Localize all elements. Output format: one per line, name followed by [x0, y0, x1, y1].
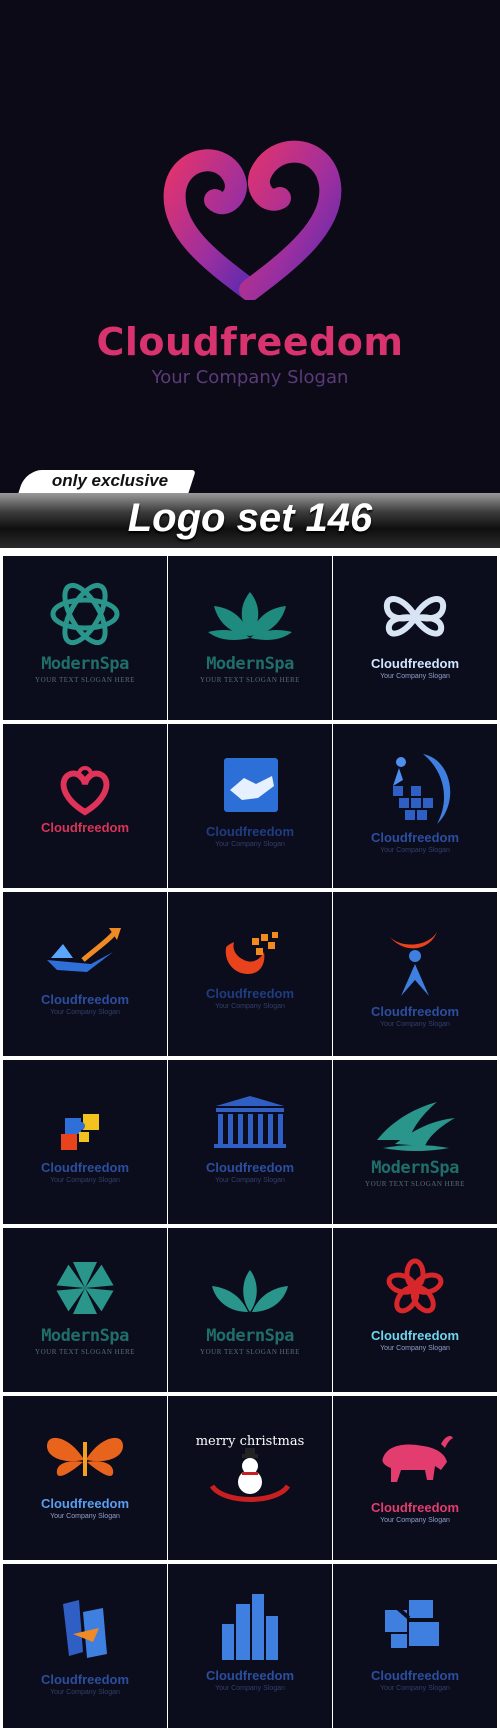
logo-slogan: YOUR TEXT SLOGAN HERE	[35, 676, 135, 684]
logo-name: merry christmas	[195, 1434, 305, 1449]
logo-tile: ModernSpa YOUR TEXT SLOGAN HERE	[3, 1228, 167, 1392]
snowman-wreath-icon	[209, 1448, 291, 1502]
logo-name: Cloudfreedom	[370, 830, 460, 845]
logo-tile: Cloudfreedom Your Company Slogan	[168, 1060, 332, 1224]
logo-name: Cloudfreedom	[40, 1672, 130, 1687]
logo-tile: Cloudfreedom Your Company Slogan	[3, 1396, 167, 1560]
flame-pixel-icon	[225, 932, 278, 974]
logo-tile: Cloudfreedom Your Company Slogan	[168, 1564, 332, 1728]
flower-star-icon	[56, 1262, 114, 1314]
logo-name: Cloudfreedom	[370, 1500, 460, 1515]
puzzle-icon	[61, 1114, 99, 1150]
red-flower-icon	[386, 1258, 444, 1314]
logo-slogan: Your Company Slogan	[215, 1685, 285, 1692]
logo-slogan: Your Company Slogan	[380, 847, 450, 854]
logo-slogan: Your Company Slogan	[380, 1685, 450, 1692]
logo-tile: Cloudfreedom Your Company Slogan	[333, 724, 497, 888]
city-buildings-icon	[222, 1594, 278, 1660]
logo-tile: Cloudfreedom Your Company Slogan	[3, 1564, 167, 1728]
logo-tile: Cloudfreedom Your Company Slogan	[333, 1564, 497, 1728]
logo-slogan: Your Company Slogan	[50, 1689, 120, 1696]
hero-company-name: Cloudfreedom	[96, 320, 404, 364]
logo-name: Cloudfreedom	[40, 1496, 130, 1511]
logo-name: Cloudfreedom	[370, 656, 460, 671]
logo-name: ModernSpa	[371, 1158, 459, 1178]
logo-name: Cloudfreedom	[40, 820, 130, 835]
heart-swirl-logo	[163, 140, 342, 300]
logo-name: Cloudfreedom	[40, 1160, 130, 1175]
logo-slogan: YOUR TEXT SLOGAN HERE	[35, 1348, 135, 1356]
logo-slogan: YOUR TEXT SLOGAN HERE	[200, 1348, 300, 1356]
blue-arrow-icon	[63, 1600, 107, 1658]
logo-name: ModernSpa	[41, 654, 129, 674]
logo-tile: Cloudfreedom Your Company Slogan	[333, 1396, 497, 1560]
logo-tile: merry christmas	[168, 1396, 332, 1560]
wave-leaves-icon	[377, 1102, 455, 1151]
logo-tile: Cloudfreedom Your Company Slogan	[3, 892, 167, 1056]
logo-tile: ModernSpa YOUR TEXT SLOGAN HERE	[168, 556, 332, 720]
logo-slogan: Your Company Slogan	[380, 1517, 450, 1524]
logo-slogan: Your Company Slogan	[50, 1177, 120, 1184]
figure-swoosh-icon	[389, 932, 437, 996]
logo-tile: Cloudfreedom Your Company Slogan	[333, 892, 497, 1056]
hero-panel: Cloudfreedom Your Company Slogan	[0, 0, 500, 493]
logo-grid: ModernSpa YOUR TEXT SLOGAN HERE ModernSp…	[0, 553, 500, 1728]
logo-name: ModernSpa	[206, 654, 294, 674]
lotus-leaf-icon	[208, 592, 292, 640]
logo-slogan: Your Company Slogan	[50, 1513, 120, 1520]
handshake-icon	[224, 758, 278, 812]
logo-slogan: Your Company Slogan	[215, 1003, 285, 1010]
logo-slogan: Your Company Slogan	[50, 1009, 120, 1016]
logo-slogan: Your Company Slogan	[380, 1345, 450, 1352]
logo-slogan: Your Company Slogan	[380, 1021, 450, 1028]
logo-tile: Cloudfreedom Your Company Slogan	[333, 556, 497, 720]
badge-label: only exclusive	[51, 471, 169, 490]
flower-knot-icon	[50, 582, 120, 646]
logo-slogan: Your Company Slogan	[215, 1177, 285, 1184]
hero-slogan: Your Company Slogan	[151, 367, 349, 388]
bull-icon	[382, 1436, 453, 1482]
logo-tile: ModernSpa YOUR TEXT SLOGAN HERE	[333, 1060, 497, 1224]
logo-name: ModernSpa	[41, 1326, 129, 1346]
paper-plane-arrow-icon	[47, 928, 121, 972]
logo-slogan: YOUR TEXT SLOGAN HERE	[200, 676, 300, 684]
logo-name: Cloudfreedom	[370, 1004, 460, 1019]
logo-name: Cloudfreedom	[205, 1160, 295, 1175]
logo-tile: Cloudfreedom Your Company Slogan	[168, 892, 332, 1056]
logo-slogan: Your Company Slogan	[380, 673, 450, 680]
logo-tile: Cloudfreedom Your Company Slogan	[3, 1060, 167, 1224]
logo-tile: ModernSpa YOUR TEXT SLOGAN HERE	[168, 1228, 332, 1392]
logo-name: Cloudfreedom	[205, 824, 295, 839]
logo-name: Cloudfreedom	[40, 992, 130, 1007]
butterfly-icon	[383, 596, 447, 637]
logo-name: Cloudfreedom	[370, 1328, 460, 1343]
globe-pixel-icon	[393, 754, 451, 824]
three-leaves-icon	[212, 1270, 288, 1312]
logo-name: ModernSpa	[206, 1326, 294, 1346]
logo-tile: ModernSpa YOUR TEXT SLOGAN HERE	[3, 556, 167, 720]
logo-name: Cloudfreedom	[370, 1668, 460, 1683]
logo-name: Cloudfreedom	[205, 986, 295, 1001]
logo-tile: Cloudfreedom Your Company Slogan	[333, 1228, 497, 1392]
heart-ribbon-icon	[60, 766, 110, 816]
logo-name: Cloudfreedom	[205, 1668, 295, 1683]
logo-tile: Cloudfreedom Your Company Slogan	[168, 724, 332, 888]
logo-tile: Cloudfreedom	[3, 724, 167, 888]
logo-slogan: Your Company Slogan	[215, 841, 285, 848]
blocks-arrow-icon	[385, 1600, 439, 1648]
orange-butterfly-icon	[47, 1437, 123, 1476]
logo-slogan: YOUR TEXT SLOGAN HERE	[365, 1180, 465, 1188]
page-title: Logo set 146	[127, 496, 373, 540]
column-temple-icon	[214, 1096, 286, 1148]
